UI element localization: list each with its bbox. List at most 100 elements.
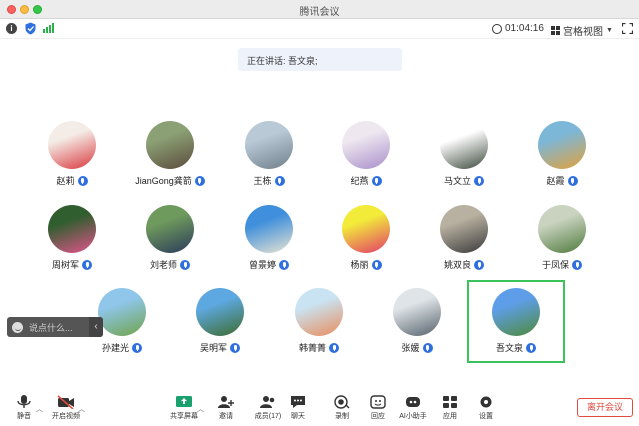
participant-name: 韩菁菁 (298, 343, 326, 353)
toolbar-button-invite[interactable]: 邀请 (206, 395, 246, 421)
participant-name-row: JianGong龚箭 (130, 174, 210, 187)
audio-options-chevron[interactable]: ︿ (36, 404, 43, 414)
participant-name: 马文立 (443, 176, 471, 186)
participant-name-row: 姚双良 (424, 258, 504, 271)
participant-name: 赵霞 (546, 176, 565, 186)
participant-name: 王栋 (253, 176, 272, 186)
floating-chat-input[interactable]: 说点什么... ‹ (7, 317, 103, 337)
participant-avatar[interactable] (342, 205, 390, 253)
microphone-status-icon (132, 342, 142, 353)
view-mode-label: 宫格视图 (563, 27, 603, 38)
participant-avatar[interactable] (196, 288, 244, 336)
participant-name-row: 刘老师 (130, 258, 210, 271)
microphone-status-icon (567, 175, 578, 186)
emoji-icon[interactable] (12, 321, 23, 333)
chat-placeholder[interactable]: 说点什么... (29, 321, 73, 334)
toolbar-button-chat[interactable]: 聊天 (278, 395, 318, 421)
grid-view-icon (551, 26, 560, 35)
participant-avatar[interactable] (245, 205, 293, 253)
participant-name: 曾景婷 (248, 260, 276, 270)
toolbar-button-react[interactable]: 回应 (358, 395, 398, 421)
participant-name: 吴明军 (199, 343, 227, 353)
participant-name-row: 张媛 (377, 341, 457, 354)
speaking-name: 吾文泉; (288, 56, 318, 66)
participant-avatar[interactable] (440, 121, 488, 169)
participant-name: 周树军 (51, 260, 79, 270)
participant-avatar[interactable] (146, 205, 194, 253)
share-screen-icon (176, 396, 192, 407)
shield-icon[interactable] (25, 22, 36, 35)
fullscreen-icon[interactable] (622, 23, 633, 34)
microphone-status-icon (274, 175, 285, 186)
chevron-down-icon: ▼ (606, 27, 613, 34)
microphone-status-icon (279, 259, 289, 270)
participant-name-row: 杨丽 (326, 258, 406, 271)
apps-icon (443, 396, 457, 408)
chevron-left-icon[interactable]: ‹ (89, 317, 103, 337)
meeting-timer: 01:04:16 (492, 23, 544, 34)
participant-name-row: 纪燕 (326, 174, 406, 187)
toolbar-label: 邀请 (219, 413, 233, 420)
participant-name: 于凤保 (541, 260, 569, 270)
microphone-status-icon (474, 175, 484, 186)
toolbar-label: 聊天 (291, 413, 305, 420)
react-icon (370, 395, 386, 409)
share-options-chevron[interactable]: ︿ (197, 404, 204, 414)
participant-name-row: 赵霞 (522, 174, 602, 187)
meeting-top-bar: i 01:04:16 宫格视图 ▼ (0, 19, 639, 39)
toolbar-button-settings[interactable]: 设置 (466, 395, 506, 421)
participant-name: 杨丽 (350, 260, 369, 270)
participant-name: JianGong龚箭 (135, 176, 192, 186)
title-bar: 腾讯会议 (0, 0, 639, 19)
participant-name: 姚双良 (443, 260, 471, 270)
toolbar-label: 录制 (335, 413, 349, 420)
participant-name-row: 韩菁菁 (279, 341, 359, 354)
microphone-icon (17, 395, 31, 408)
microphone-status-icon (194, 175, 205, 186)
microphone-status-icon (474, 259, 484, 270)
participant-name-row: 周树军 (32, 258, 112, 271)
participant-avatar[interactable] (342, 121, 390, 169)
toolbar-label: 设置 (479, 413, 493, 420)
leave-meeting-button[interactable]: 离开会议 (577, 398, 633, 417)
active-speaker-highlight (467, 280, 565, 363)
record-icon (334, 395, 350, 409)
participant-avatar[interactable] (98, 288, 146, 336)
settings-icon (480, 396, 492, 408)
participant-name: 刘老师 (149, 260, 177, 270)
meeting-duration: 01:04:16 (505, 23, 544, 34)
toolbar-button-apps[interactable]: 应用 (430, 395, 470, 421)
toolbar-button-record[interactable]: 录制 (322, 395, 362, 421)
active-speaker-banner: 正在讲话: 吾文泉; (238, 48, 402, 71)
participant-name-row: 于凤保 (522, 258, 602, 271)
microphone-status-icon (371, 175, 382, 186)
participant-name-row: 孙建光 (82, 341, 162, 354)
participant-avatar[interactable] (440, 205, 488, 253)
video-camera-icon (57, 395, 74, 409)
participant-name-row: 王栋 (229, 174, 309, 187)
toolbar-label: AI小助手 (399, 413, 427, 420)
participant-avatar[interactable] (245, 121, 293, 169)
participant-avatar[interactable] (538, 121, 586, 169)
microphone-status-icon (180, 259, 190, 270)
network-signal-icon[interactable] (43, 23, 54, 33)
participant-avatar[interactable] (295, 288, 343, 336)
microphone-status-icon (230, 342, 240, 353)
clock-icon (492, 23, 502, 34)
participant-name-row: 曾景婷 (229, 258, 309, 271)
participant-avatar[interactable] (48, 205, 96, 253)
members-icon (260, 396, 275, 408)
ai-assistant-icon (406, 397, 420, 407)
video-options-chevron[interactable]: ︿ (78, 404, 85, 414)
participant-avatar[interactable] (393, 288, 441, 336)
toolbar-button-ai-assistant[interactable]: AI小助手 (393, 395, 433, 421)
view-mode-dropdown[interactable]: 宫格视图 ▼ (551, 23, 613, 38)
participant-avatar[interactable] (48, 121, 96, 169)
microphone-status-icon (572, 259, 582, 270)
participant-avatar[interactable] (146, 121, 194, 169)
participant-avatar[interactable] (538, 205, 586, 253)
microphone-status-icon (82, 259, 92, 270)
window-title: 腾讯会议 (299, 7, 340, 18)
info-icon[interactable]: i (6, 23, 17, 34)
participant-name: 张媛 (401, 343, 420, 353)
